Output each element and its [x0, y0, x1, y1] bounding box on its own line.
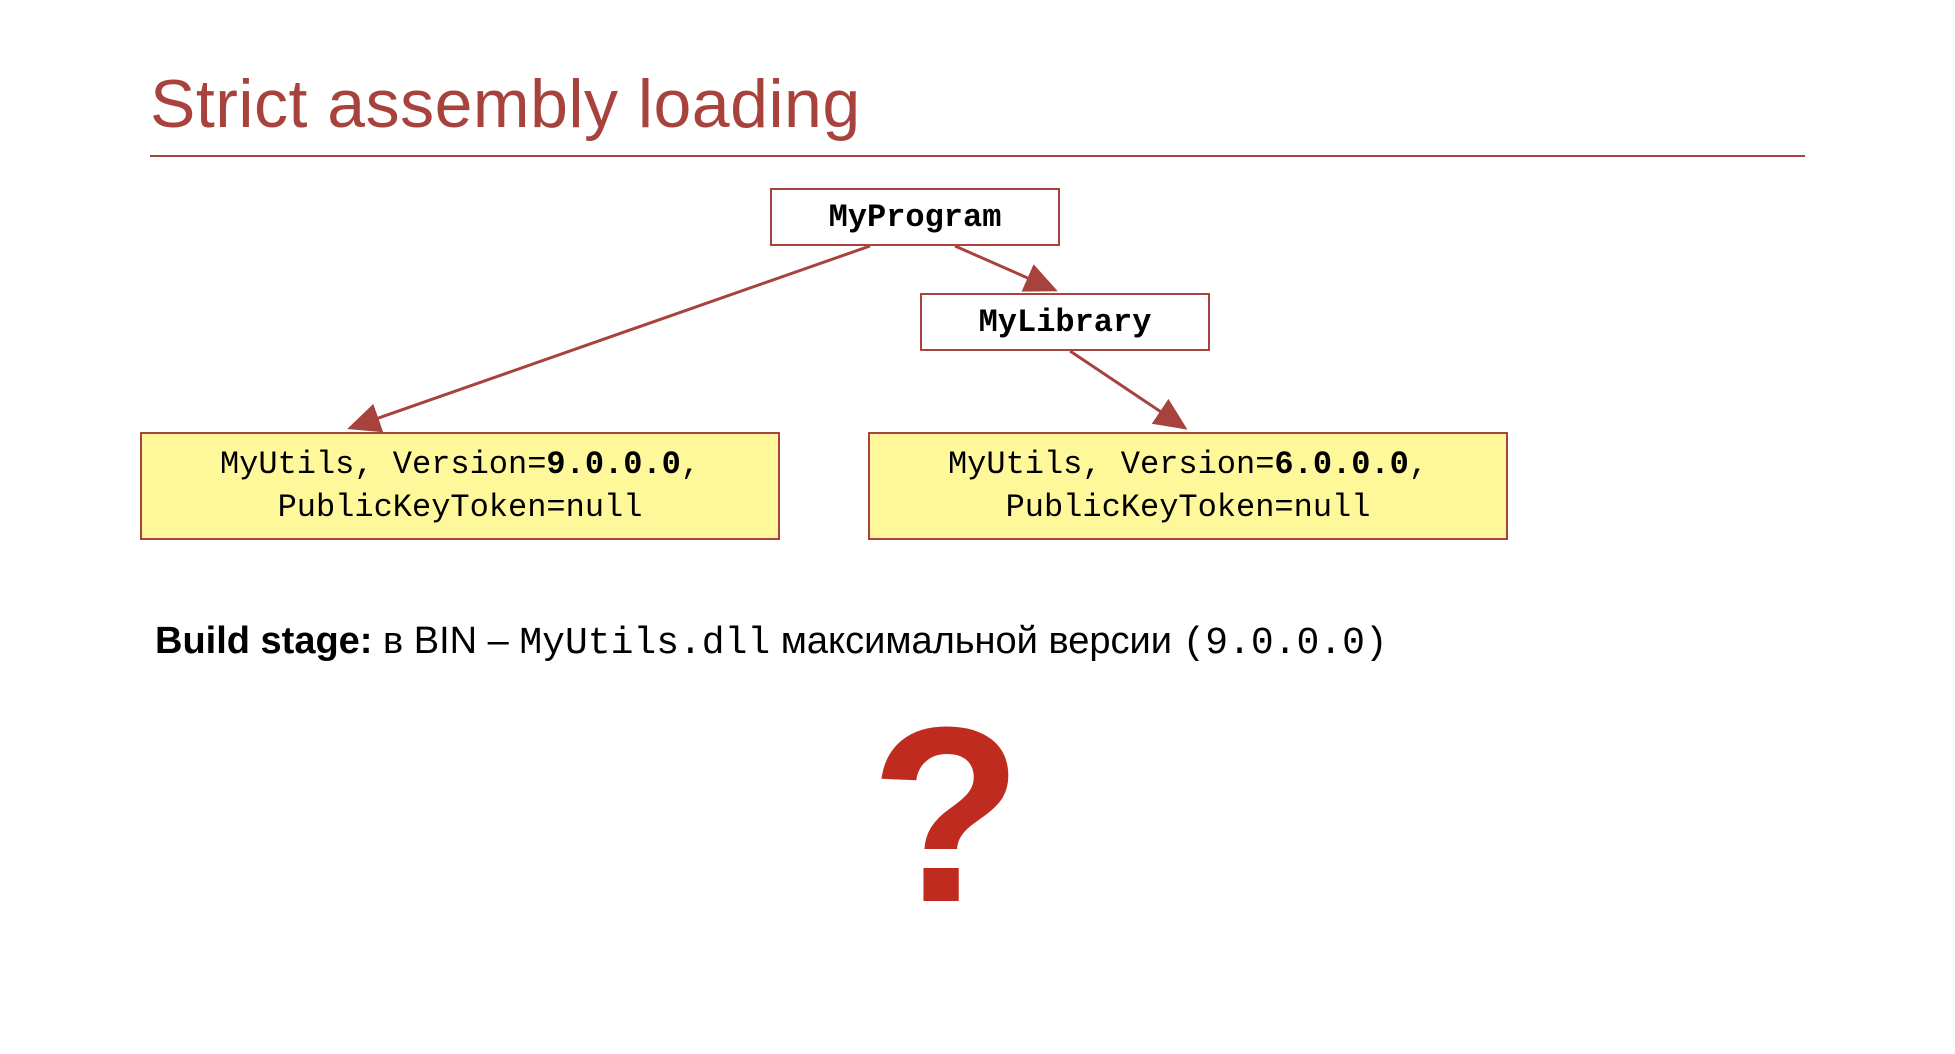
arrow-mylibrary-to-v6: [1070, 351, 1185, 428]
arrow-myprogram-to-mylibrary: [955, 246, 1055, 290]
box-myutils-v9-line1: MyUtils, Version=9.0.0.0,: [220, 443, 700, 486]
text-suffix: ,: [681, 446, 700, 483]
build-stage-code: MyUtils.dll: [519, 622, 770, 665]
title-underline: [150, 155, 1805, 157]
box-myprogram: MyProgram: [770, 188, 1060, 246]
build-stage-text: Build stage: в BIN – MyUtils.dll максима…: [155, 620, 1388, 665]
box-myutils-v9: MyUtils, Version=9.0.0.0, PublicKeyToken…: [140, 432, 780, 540]
text-prefix: MyUtils, Version=: [220, 446, 546, 483]
arrow-myprogram-to-v9: [350, 246, 870, 428]
box-myutils-v9-line2: PublicKeyToken=null: [278, 486, 643, 529]
build-stage-version: (9.0.0.0): [1183, 622, 1388, 665]
box-mylibrary: MyLibrary: [920, 293, 1210, 351]
text-version: 6.0.0.0: [1274, 446, 1408, 483]
box-myutils-v6-line1: MyUtils, Version=6.0.0.0,: [948, 443, 1428, 486]
build-stage-label: Build stage:: [155, 620, 372, 662]
build-stage-text1: в BIN –: [372, 620, 519, 662]
box-myutils-v6: MyUtils, Version=6.0.0.0, PublicKeyToken…: [868, 432, 1508, 540]
question-mark: ?: [870, 690, 1023, 940]
build-stage-text2: максимальной версии: [770, 620, 1182, 662]
box-myutils-v6-line2: PublicKeyToken=null: [1006, 486, 1371, 529]
slide-title: Strict assembly loading: [150, 65, 861, 143]
text-version: 9.0.0.0: [546, 446, 680, 483]
text-prefix: MyUtils, Version=: [948, 446, 1274, 483]
text-suffix: ,: [1409, 446, 1428, 483]
